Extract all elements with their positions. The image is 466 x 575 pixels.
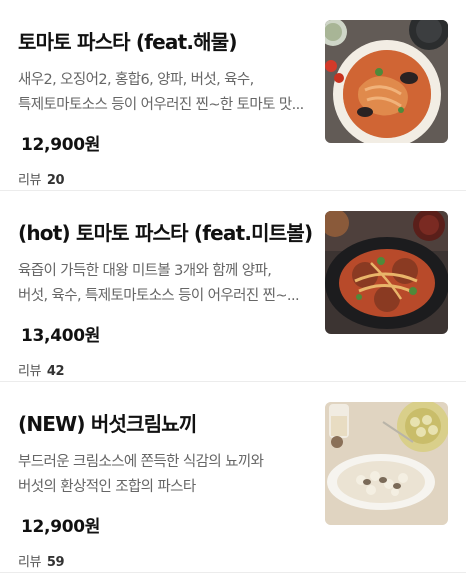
menu-item-price: 12,900원 bbox=[21, 517, 101, 537]
review-count: 20 bbox=[46, 173, 65, 188]
menu-item-mushroom-cream-gnocchi[interactable]: (NEW) 버섯크림뇨끼 부드러운 크림소스에 쫀득한 식감의 뇨끼와 버섯의 … bbox=[0, 382, 466, 572]
menu-item-description-line: 새우2, 오징어2, 홍합6, 양파, 버섯, 육수, bbox=[18, 72, 254, 88]
review-count: 42 bbox=[46, 364, 65, 379]
menu-item-price: 12,900원 bbox=[21, 135, 101, 155]
mushroom-cream-gnocchi-photo-icon bbox=[325, 402, 448, 525]
menu-item-reviews: 리뷰 20 bbox=[18, 169, 318, 188]
menu-list: 토마토 파스타 (feat.해물) 새우2, 오징어2, 홍합6, 양파, 버섯… bbox=[0, 0, 466, 575]
menu-item-description-line: 부드러운 크림소스에 쫀득한 식감의 뇨끼와 bbox=[18, 454, 264, 470]
menu-item-meatball-tomato-pasta[interactable]: (hot) 토마토 파스타 (feat.미트볼) 육즙이 가득한 대왕 미트볼 … bbox=[0, 191, 466, 381]
menu-item-price: 13,400원 bbox=[21, 326, 101, 346]
menu-item-title: (NEW) 버섯크림뇨끼 bbox=[18, 412, 197, 436]
menu-item-info: (NEW) 버섯크림뇨끼 부드러운 크림소스에 쫀득한 식감의 뇨끼와 버섯의 … bbox=[18, 382, 318, 572]
meatball-pasta-photo-icon bbox=[325, 211, 448, 334]
review-label: 리뷰 bbox=[18, 364, 42, 379]
menu-item-info: 토마토 파스타 (feat.해물) 새우2, 오징어2, 홍합6, 양파, 버섯… bbox=[18, 0, 318, 190]
menu-item-description: 부드러운 크림소스에 쫀득한 식감의 뇨끼와 버섯의 환상적인 조합의 파스타 bbox=[18, 450, 318, 500]
menu-item-description: 육즙이 가득한 대왕 미트볼 3개와 함께 양파, 버섯, 육수, 특제토마토소… bbox=[18, 259, 318, 309]
menu-item-description-line: 특제토마토소스 등이 어우러진 찐~한 토마토 맛... bbox=[18, 97, 304, 113]
review-label: 리뷰 bbox=[18, 555, 42, 570]
menu-item-description-line: 육즙이 가득한 대왕 미트볼 3개와 함께 양파, bbox=[18, 263, 272, 279]
menu-item-description-line: 버섯의 환상적인 조합의 파스타 bbox=[18, 479, 196, 495]
meatball-pasta-image[interactable] bbox=[325, 211, 448, 334]
menu-item-description: 새우2, 오징어2, 홍합6, 양파, 버섯, 육수, 특제토마토소스 등이 어… bbox=[18, 68, 318, 118]
review-count: 59 bbox=[46, 555, 65, 570]
divider bbox=[0, 572, 466, 573]
menu-item-info: (hot) 토마토 파스타 (feat.미트볼) 육즙이 가득한 대왕 미트볼 … bbox=[18, 191, 318, 381]
menu-item-reviews: 리뷰 59 bbox=[18, 551, 318, 570]
menu-item-title: 토마토 파스타 (feat.해물) bbox=[18, 30, 238, 54]
menu-item-seafood-tomato-pasta[interactable]: 토마토 파스타 (feat.해물) 새우2, 오징어2, 홍합6, 양파, 버섯… bbox=[0, 0, 466, 190]
seafood-pasta-image[interactable] bbox=[325, 20, 448, 143]
review-label: 리뷰 bbox=[18, 173, 42, 188]
menu-item-reviews: 리뷰 42 bbox=[18, 360, 318, 379]
seafood-pasta-photo-icon bbox=[325, 20, 448, 143]
menu-item-description-line: 버섯, 육수, 특제토마토소스 등이 어우러진 찐~... bbox=[18, 288, 300, 304]
menu-item-title: (hot) 토마토 파스타 (feat.미트볼) bbox=[18, 221, 313, 245]
gnocchi-image[interactable] bbox=[325, 402, 448, 525]
